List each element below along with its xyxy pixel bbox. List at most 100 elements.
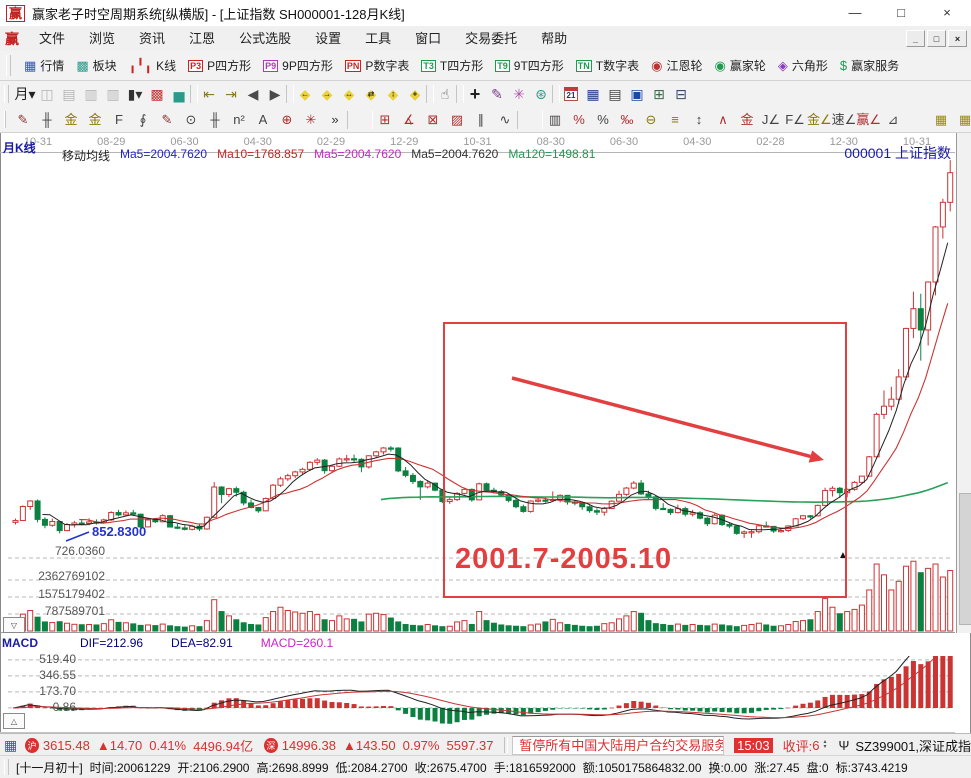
parallel-lines-icon[interactable]: ∥ — [469, 109, 493, 131]
menu-item[interactable]: 工具 — [353, 27, 403, 51]
gann-grid-icon[interactable]: ▨ — [445, 109, 469, 131]
pattern-gray-icon[interactable]: ◫ — [36, 83, 58, 105]
measure-pen-icon[interactable]: ✎ — [486, 83, 508, 105]
spiral-icon[interactable]: ∮ — [131, 109, 155, 131]
gold-section-icon[interactable]: ⊖ — [639, 109, 663, 131]
bars9-gray-icon[interactable]: ▥ — [102, 83, 124, 105]
expand-diamond-icon[interactable]: ◆ + — [404, 83, 426, 105]
color-volume-icon[interactable]: ▅ — [168, 83, 190, 105]
p-number-table-button[interactable]: PN P数字表 — [339, 57, 416, 74]
market-board-icon[interactable]: ▦ — [4, 737, 17, 754]
winner-wheel-button[interactable]: ◉ 赢家轮 — [708, 57, 771, 74]
p-square-button[interactable]: P3 P四方形 — [182, 57, 257, 74]
kline-button[interactable]: ╻╹╻ K线 — [123, 57, 183, 74]
more-tools-chevron[interactable]: » — [323, 109, 347, 131]
quotes-button[interactable]: ▦ 行情 — [18, 57, 70, 74]
pc-link-icon[interactable]: ⊟ — [670, 83, 692, 105]
right-triangle-icon[interactable]: ⊿ — [881, 109, 905, 131]
auto-angle-icon[interactable]: A — [251, 109, 275, 131]
swap-diamond-icon[interactable]: ◆ ⇄ — [360, 83, 382, 105]
notepad-icon[interactable]: ▤ — [604, 83, 626, 105]
9p-square-button[interactable]: P9 9P四方形 — [257, 57, 339, 74]
brush2-icon[interactable]: ✎ — [155, 109, 179, 131]
child-close-button[interactable]: × — [948, 30, 967, 47]
gold-box-icon[interactable]: 金 — [735, 109, 759, 131]
menu-item[interactable]: 窗口 — [403, 27, 453, 51]
gann-wheel-button[interactable]: ◉ 江恩轮 — [645, 57, 708, 74]
menu-item[interactable]: 文件 — [27, 27, 77, 51]
zigzag-icon[interactable]: ∿ — [493, 109, 517, 131]
calendar-icon[interactable]: 21 — [560, 83, 582, 105]
cycle-clock-icon[interactable]: ⊙ — [179, 109, 203, 131]
menu-item[interactable]: 公式选股 — [227, 27, 303, 51]
t-square-button[interactable]: T3 T四方形 — [415, 57, 489, 74]
collapse-price-pane-button[interactable]: ▽ — [3, 617, 25, 633]
linked-symbol-label[interactable]: SZ399001,深证成指 — [855, 736, 971, 755]
grid-tool-icon[interactable]: ╫ — [35, 109, 59, 131]
gold-level-icon[interactable]: ≡ — [663, 109, 687, 131]
zoom-h-diamond-icon[interactable]: ◆ ↔ — [338, 83, 360, 105]
menu-item[interactable]: 帮助 — [529, 27, 579, 51]
percent-red-icon[interactable]: % — [567, 109, 591, 131]
spiral-tool-icon[interactable]: ⊛ — [530, 83, 552, 105]
star-cycle-icon[interactable]: ✳ — [299, 109, 323, 131]
crosshair-icon[interactable]: + — [464, 83, 486, 105]
flower-tool-icon[interactable]: ✳ — [508, 83, 530, 105]
gold-grid-icon[interactable]: 金 — [59, 109, 83, 131]
period-month-dropdown[interactable]: 月▾ — [14, 83, 36, 105]
angle-gold-icon[interactable]: 金∠ — [807, 109, 832, 131]
spinner-down-icon[interactable]: ▾ — [824, 744, 827, 750]
angle-f-icon[interactable]: F∠ — [783, 109, 807, 131]
angle-j-icon[interactable]: J∠ — [759, 109, 783, 131]
brush-icon[interactable]: ✎ — [11, 109, 35, 131]
hand-tool-icon[interactable]: ☝ — [434, 83, 456, 105]
updown-measure-icon[interactable]: ↕ — [687, 109, 711, 131]
permille-icon[interactable]: ‰ — [615, 109, 639, 131]
first-bar-icon[interactable]: ⇤ — [198, 83, 220, 105]
n-square-icon[interactable]: n² — [227, 109, 251, 131]
menu-item[interactable]: 江恩 — [177, 27, 227, 51]
t-number-table-button[interactable]: TN T数字表 — [570, 57, 645, 74]
chart-scrollbar[interactable] — [956, 133, 971, 633]
news-ticker[interactable]: 暂停所有中国大陆用户合约交易服务 — [512, 735, 725, 755]
bars3-gray-icon[interactable]: ▥ — [80, 83, 102, 105]
9t-square-button[interactable]: T9 9T四方形 — [489, 57, 570, 74]
menu-item[interactable]: 交易委托 — [453, 27, 529, 51]
menu-item[interactable]: 浏览 — [77, 27, 127, 51]
menu-item[interactable]: 设置 — [303, 27, 353, 51]
child-restore-button[interactable]: □ — [927, 30, 946, 47]
doc-gray-icon[interactable]: ▤ — [58, 83, 80, 105]
hexagon-button[interactable]: ◈ 六角形 — [772, 57, 834, 74]
calculator-icon[interactable]: ▦ — [582, 83, 604, 105]
angle-speed-icon[interactable]: 速∠ — [832, 109, 857, 131]
child-minimize-button[interactable]: _ — [906, 30, 925, 47]
zoom-v-diamond-icon[interactable]: ◆ ↕ — [382, 83, 404, 105]
maximize-button[interactable]: □ — [884, 0, 918, 25]
target-icon[interactable]: ⊕ — [275, 109, 299, 131]
stats-table-icon[interactable]: ▥ — [543, 109, 567, 131]
percent-icon[interactable]: % — [591, 109, 615, 131]
zoom-right-diamond-icon[interactable]: ◆ → — [316, 83, 338, 105]
wave-icon[interactable]: ∧ — [711, 109, 735, 131]
minimize-button[interactable]: — — [838, 0, 872, 25]
gold-grid2-icon[interactable]: 金 — [83, 109, 107, 131]
grid-yellow-icon[interactable]: ▦ — [929, 109, 953, 131]
fib-grid-icon[interactable]: F — [107, 109, 131, 131]
save-icon[interactable]: ▣ — [626, 83, 648, 105]
next-bar-icon[interactable]: ▶ — [264, 83, 286, 105]
market-review-link[interactable]: 收评: — [783, 736, 813, 755]
spinner-control[interactable]: ▴ ▾ — [824, 739, 827, 750]
grid-yellow2-icon[interactable]: ▦ — [953, 109, 971, 131]
fan-rays-icon[interactable]: ∡ — [397, 109, 421, 131]
angle-win-icon[interactable]: 赢∠ — [856, 109, 881, 131]
menu-item[interactable]: 资讯 — [127, 27, 177, 51]
zoom-left-diamond-icon[interactable]: ◆ ← — [294, 83, 316, 105]
candle-style-dropdown[interactable]: ▮▾ — [124, 83, 146, 105]
gann-box-icon[interactable]: ⊠ — [421, 109, 445, 131]
send-icon[interactable]: ⊞ — [648, 83, 670, 105]
prev-bar-icon[interactable]: ◀ — [242, 83, 264, 105]
close-button[interactable]: × — [930, 0, 964, 25]
scrollbar-thumb[interactable] — [959, 493, 971, 625]
box-frame-icon[interactable]: ⊞ — [373, 109, 397, 131]
compress-icon[interactable]: ▩ — [146, 83, 168, 105]
